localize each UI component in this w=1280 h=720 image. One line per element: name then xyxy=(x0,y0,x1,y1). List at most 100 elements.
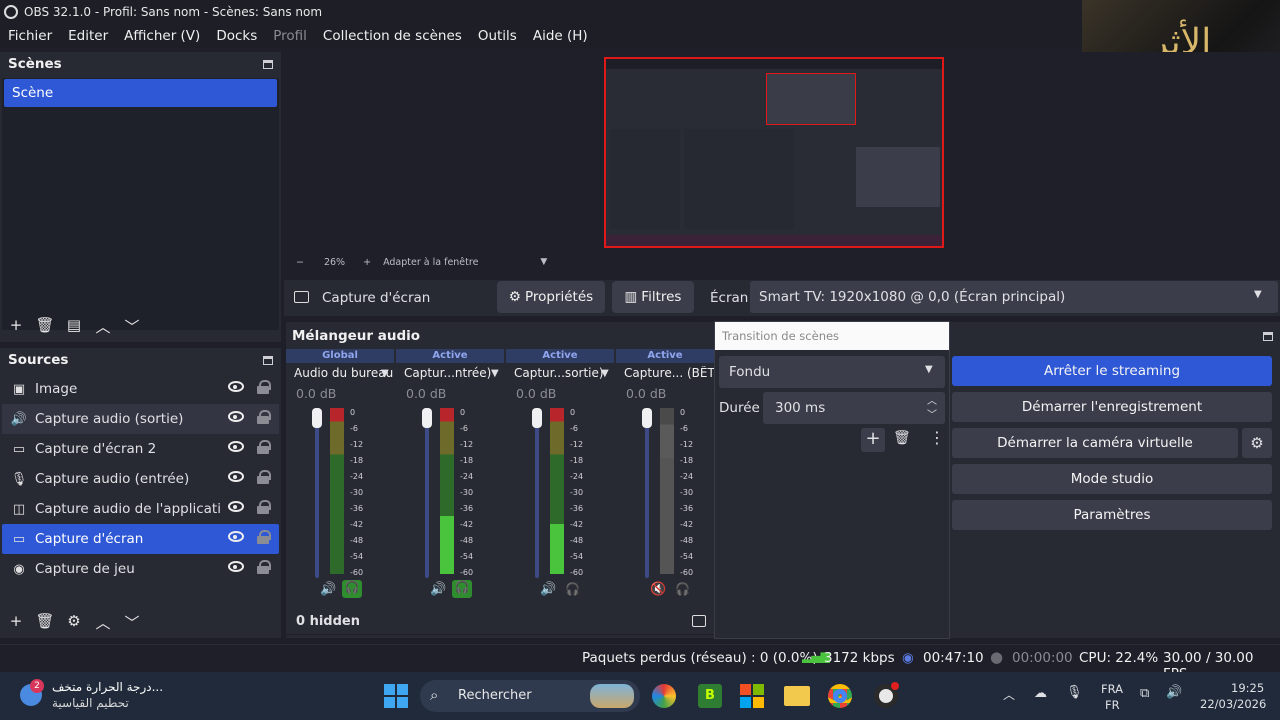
gear-icon[interactable]: ⚙ xyxy=(64,612,84,633)
weather-line2[interactable]: تحطيم القياسية xyxy=(52,696,129,710)
chevron-down-icon[interactable]: ▼ xyxy=(540,257,547,267)
source-item[interactable]: ◉ Capture de jeu xyxy=(2,554,279,584)
source-item[interactable]: 🎙 Capture audio (entrée) xyxy=(2,464,279,494)
menu-fichier[interactable]: Fichier xyxy=(0,28,60,44)
hidden-count[interactable]: 0 hidden xyxy=(296,614,360,629)
speaker-muted-icon[interactable]: 🔇 xyxy=(650,582,666,597)
source-item[interactable]: ▭ Capture d'écran 2 xyxy=(2,434,279,464)
trash-icon[interactable]: 🗑 xyxy=(893,430,911,446)
start-recording-button[interactable]: Démarrer l'enregistrement xyxy=(952,392,1272,422)
zoom-out-button[interactable]: − xyxy=(296,257,304,268)
fit-window-label[interactable]: Adapter à la fenêtre xyxy=(383,257,478,268)
up-icon[interactable]: ︿ xyxy=(93,316,113,337)
lang-primary[interactable]: FRA xyxy=(1101,682,1123,696)
lang-secondary[interactable]: FR xyxy=(1105,698,1120,712)
add-icon[interactable]: + xyxy=(6,612,26,633)
volume-slider-track[interactable] xyxy=(535,412,539,578)
file-explorer-icon[interactable] xyxy=(784,686,810,706)
speaker-icon[interactable]: 🔊 xyxy=(540,582,556,597)
filters-button[interactable]: ▥ Filtres xyxy=(612,281,694,313)
source-item-selected[interactable]: ▭ Capture d'écran xyxy=(2,524,279,554)
chevron-down-icon[interactable]: ▼ xyxy=(491,368,499,379)
source-item[interactable]: ▣ Image xyxy=(2,374,279,404)
volume-slider-handle[interactable] xyxy=(312,408,322,428)
preview-canvas[interactable] xyxy=(604,57,944,248)
add-icon[interactable]: + xyxy=(861,428,885,452)
lock-icon[interactable] xyxy=(257,470,271,484)
studio-mode-button[interactable]: Mode studio xyxy=(952,464,1272,494)
screen-select[interactable]: Smart TV: 1920x1080 @ 0,0 (Écran princip… xyxy=(750,281,1278,313)
headphones-off-icon[interactable]: 🎧 xyxy=(565,582,580,596)
filter-icon[interactable]: ▤ xyxy=(64,316,84,337)
preview-area[interactable] xyxy=(288,52,1280,252)
microphone-icon[interactable]: 🎙 xyxy=(1066,685,1083,700)
layout-toggle-icon[interactable] xyxy=(692,615,706,627)
eye-icon[interactable] xyxy=(228,411,244,422)
transition-type-select[interactable]: Fondu ▼ xyxy=(719,356,945,388)
clock-time[interactable]: 19:25 xyxy=(1231,681,1264,695)
chevron-down-icon[interactable]: ▼ xyxy=(381,368,389,379)
down-icon[interactable]: ﹀ xyxy=(122,316,142,337)
volume-icon[interactable]: 🔊 xyxy=(1166,685,1182,700)
speaker-icon[interactable]: 🔊 xyxy=(430,582,446,597)
eye-icon[interactable] xyxy=(228,471,244,482)
app-icon-b[interactable]: B xyxy=(698,684,722,708)
settings-button[interactable]: Paramètres xyxy=(952,500,1272,530)
headphones-off-icon[interactable]: 🎧 xyxy=(675,582,690,596)
taskbar-search[interactable]: ⌕ Rechercher xyxy=(420,680,640,712)
scene-item[interactable]: Scène xyxy=(4,79,277,107)
eye-icon[interactable] xyxy=(228,441,244,452)
start-virtual-camera-button[interactable]: Démarrer la caméra virtuelle xyxy=(952,428,1238,458)
eye-icon[interactable] xyxy=(228,501,244,512)
properties-button[interactable]: ⚙ Propriétés xyxy=(497,281,605,313)
chevron-down-icon[interactable]: ▼ xyxy=(601,368,609,379)
lock-icon[interactable] xyxy=(257,410,271,424)
up-icon[interactable]: ︿ xyxy=(93,612,113,633)
undock-icon[interactable] xyxy=(1263,332,1273,341)
volume-slider-handle[interactable] xyxy=(422,408,432,428)
trash-icon[interactable]: 🗑 xyxy=(35,612,55,633)
menu-collection[interactable]: Collection de scènes xyxy=(315,28,470,44)
down-icon[interactable]: ﹀ xyxy=(122,612,142,633)
store-icon[interactable] xyxy=(740,684,764,708)
chevron-down-icon[interactable]: ﹀ xyxy=(927,406,937,421)
headphones-icon[interactable]: 🎧 xyxy=(452,580,472,598)
menu-aide[interactable]: Aide (H) xyxy=(525,28,596,44)
undock-icon[interactable] xyxy=(263,356,273,365)
stop-streaming-button[interactable]: Arrêter le streaming xyxy=(952,356,1272,386)
lock-icon[interactable] xyxy=(257,380,271,394)
lock-icon[interactable] xyxy=(257,530,271,544)
eye-icon[interactable] xyxy=(228,561,244,572)
speaker-icon[interactable]: 🔊 xyxy=(320,582,336,597)
lock-icon[interactable] xyxy=(257,560,271,574)
zoom-in-button[interactable]: + xyxy=(363,257,371,268)
add-icon[interactable]: + xyxy=(6,316,26,337)
eye-icon[interactable] xyxy=(228,531,244,542)
menu-profil[interactable]: Profil xyxy=(265,28,315,44)
chevron-up-icon[interactable]: ︿ xyxy=(927,392,937,407)
menu-editer[interactable]: Editer xyxy=(60,28,116,44)
weather-line1[interactable]: درجة الحرارة متخف... xyxy=(52,680,163,694)
volume-slider-track[interactable] xyxy=(645,412,649,578)
chevron-up-icon[interactable]: ︿ xyxy=(1003,686,1015,703)
menu-docks[interactable]: Docks xyxy=(208,28,265,44)
volume-slider-handle[interactable] xyxy=(642,408,652,428)
chrome-icon[interactable] xyxy=(828,684,852,708)
virtual-cam-settings-gear-icon[interactable]: ⚙ xyxy=(1242,428,1272,458)
trash-icon[interactable]: 🗑 xyxy=(35,316,55,337)
network-icon[interactable]: ⧉ xyxy=(1140,686,1149,701)
duration-spinbox[interactable]: 300 ms ︿ ﹀ xyxy=(763,392,945,424)
lock-icon[interactable] xyxy=(257,440,271,454)
menu-afficher[interactable]: Afficher (V) xyxy=(116,28,208,44)
headphones-icon[interactable]: 🎧 xyxy=(342,580,362,598)
volume-slider-track[interactable] xyxy=(425,412,429,578)
cloud-icon[interactable]: ☁ xyxy=(1034,686,1047,701)
source-item[interactable]: 🔊 Capture audio (sortie) xyxy=(2,404,279,434)
eye-icon[interactable] xyxy=(228,381,244,392)
source-item[interactable]: ◫ Capture audio de l'application ( xyxy=(2,494,279,524)
menu-outils[interactable]: Outils xyxy=(470,28,525,44)
volume-slider-handle[interactable] xyxy=(532,408,542,428)
lock-icon[interactable] xyxy=(257,500,271,514)
more-icon[interactable]: ⋮ xyxy=(929,428,945,447)
windows-start-icon[interactable] xyxy=(384,684,408,708)
